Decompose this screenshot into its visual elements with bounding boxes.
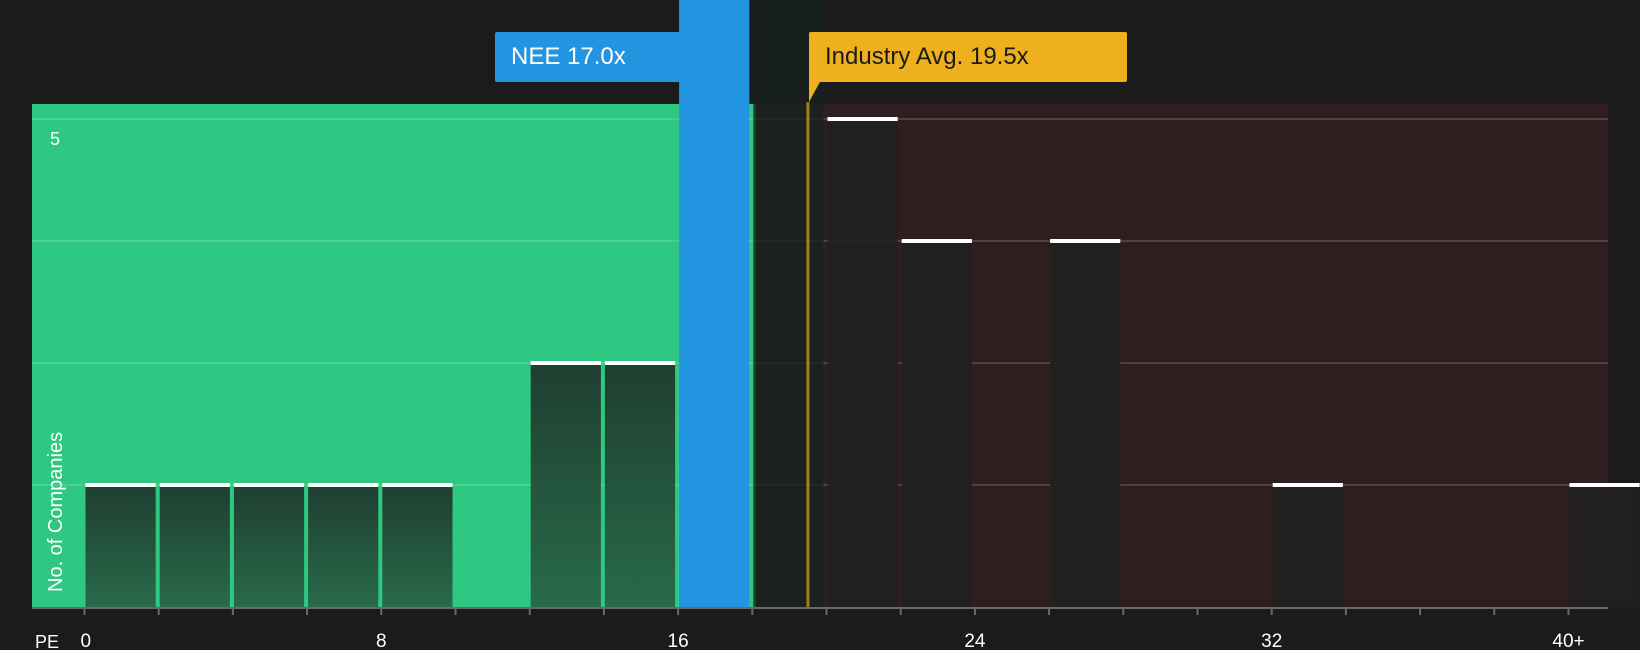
y-tick-label-5: 5	[50, 129, 60, 149]
x-tick-label: 40+	[1552, 631, 1584, 650]
histogram-bar	[159, 485, 230, 607]
company-pe-callout-pointer	[707, 80, 719, 102]
histogram-bar-top	[827, 117, 898, 121]
histogram-bar-top	[604, 361, 676, 365]
histogram-bar	[827, 119, 898, 607]
histogram-bar-top	[233, 483, 305, 487]
company-pe-label: NEE 17.0x	[511, 43, 626, 70]
histogram-bar	[308, 485, 379, 607]
x-tick-label: 8	[376, 631, 387, 650]
histogram-bar-top	[1272, 483, 1343, 487]
histogram-bar-top	[159, 483, 230, 487]
histogram-bar	[901, 241, 972, 607]
histogram-bar-top	[530, 361, 601, 365]
histogram-bar	[382, 485, 453, 607]
industry-avg-label: Industry Avg. 19.5x	[825, 43, 1029, 70]
histogram-bar-top	[382, 483, 453, 487]
x-tick-label: 32	[1261, 631, 1282, 650]
histogram-bar-top	[85, 483, 156, 487]
histogram-bar	[604, 363, 676, 607]
histogram-bar	[530, 363, 601, 607]
histogram-bar	[1569, 485, 1640, 607]
industry-avg-callout: Industry Avg. 19.5x	[809, 32, 1127, 82]
histogram-bar	[85, 485, 156, 607]
x-tick-label: 24	[964, 631, 986, 650]
histogram-bar-top	[1569, 483, 1640, 487]
x-tick-label: 16	[668, 631, 689, 650]
y-axis-label: No. of Companies	[45, 432, 67, 592]
histogram-bar-top	[308, 483, 379, 487]
histogram-bar-top	[901, 239, 972, 243]
histogram-bar	[1272, 485, 1343, 607]
x-tick-label: 0	[81, 631, 92, 650]
histogram-bar	[233, 485, 305, 607]
industry-avg-callout-pointer	[809, 80, 821, 102]
histogram-bar	[1050, 241, 1121, 607]
x-axis-label: PE	[35, 632, 59, 650]
company-pe-callout: NEE 17.0x	[495, 32, 719, 82]
histogram-bar-top	[1050, 239, 1121, 243]
